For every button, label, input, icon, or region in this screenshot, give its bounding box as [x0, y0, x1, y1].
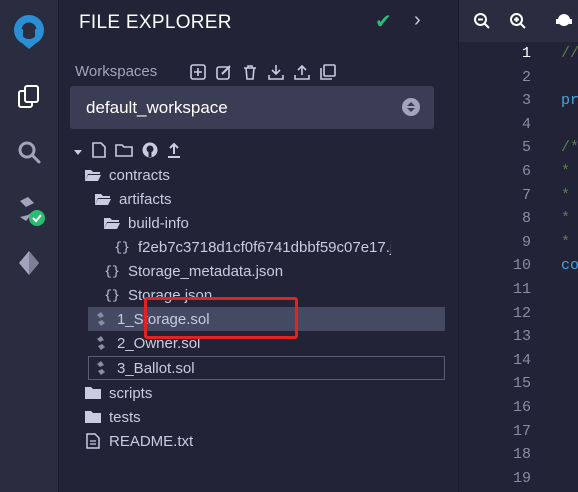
solidity-file-icon [92, 310, 110, 328]
code-line: * [561, 210, 571, 228]
file-tree-item[interactable]: 1_Storage.sol [88, 307, 445, 331]
workspace-select[interactable]: default_workspace [70, 86, 434, 129]
new-file-icon[interactable] [92, 142, 106, 163]
solidity-file-icon [92, 359, 110, 377]
file-tree-item-label: Storage_metadata.json [128, 262, 284, 280]
line-number: 8 [521, 210, 531, 228]
file-tree-item[interactable]: 3_Ballot.sol [88, 356, 445, 380]
file-tree-item[interactable]: contracts [59, 163, 420, 187]
line-number: 11 [512, 281, 531, 298]
code-line: co [561, 257, 578, 275]
json-file-icon: {} [114, 239, 130, 255]
zoom-out-icon[interactable] [471, 10, 493, 32]
new-folder-icon[interactable] [115, 143, 133, 162]
delete-workspace-icon[interactable] [240, 62, 260, 82]
remix-logo-icon[interactable] [0, 8, 58, 54]
file-tree-item-label: artifacts [119, 190, 172, 208]
text-file-icon [84, 432, 102, 450]
github-icon[interactable] [142, 142, 158, 163]
zoom-in-icon[interactable] [507, 10, 529, 32]
line-number: 14 [512, 351, 531, 369]
select-caret-icon [402, 98, 420, 116]
line-number: 2 [521, 68, 531, 86]
code-line: * [561, 163, 571, 180]
solidity-file-icon [92, 334, 110, 352]
line-number: 6 [521, 163, 531, 180]
collapse-caret-icon[interactable] [73, 144, 83, 162]
clone-workspace-icon[interactable] [318, 62, 338, 82]
line-number: 12 [512, 304, 531, 322]
code-line: * [561, 233, 571, 251]
file-tree-item[interactable]: tests [59, 405, 420, 429]
folder-icon [84, 408, 102, 426]
folder-open-icon [103, 214, 121, 232]
file-tree-item-label: scripts [109, 384, 153, 402]
line-number: 9 [521, 233, 531, 251]
folder-open-icon [94, 190, 112, 208]
upload-icon[interactable] [167, 142, 181, 163]
chevron-right-icon[interactable]: › [414, 9, 421, 32]
icon-sidebar [0, 0, 59, 492]
file-tree-item[interactable]: 2_Owner.sol [88, 331, 445, 355]
code-line: * [561, 186, 571, 204]
download-workspace-icon[interactable] [266, 62, 286, 82]
line-number: 7 [521, 186, 531, 204]
line-number: 4 [521, 115, 531, 133]
workspace-toolbar [188, 62, 338, 82]
line-number: 17 [512, 422, 531, 440]
workspaces-label: Workspaces [75, 63, 158, 80]
create-workspace-icon[interactable] [188, 62, 208, 82]
line-number: 16 [512, 399, 531, 416]
line-number: 18 [512, 446, 531, 464]
code-line: // [561, 45, 578, 62]
line-number: 10 [512, 257, 531, 275]
deploy-run-icon[interactable] [0, 246, 58, 280]
line-number: 15 [512, 375, 531, 393]
file-tree-item-label: 3_Ballot.sol [117, 359, 195, 377]
check-icon: ✔ [375, 11, 392, 33]
editor-toolbar [459, 0, 578, 42]
folder-icon [84, 384, 102, 402]
file-tree-item[interactable]: {} Storage_metadata.json [59, 259, 401, 283]
line-number: 19 [512, 469, 531, 487]
file-tree-item[interactable]: README.txt [59, 429, 420, 453]
file-tree-item[interactable]: build-info [59, 211, 401, 235]
panel-title: FILE EXPLORER [79, 12, 232, 33]
line-number: 13 [512, 328, 531, 346]
remix-ai-icon[interactable] [553, 10, 575, 32]
file-tree-item[interactable]: scripts [59, 381, 420, 405]
workspace-select-value: default_workspace [86, 97, 228, 117]
code-line: pr [561, 92, 578, 110]
restore-workspace-icon[interactable] [292, 62, 312, 82]
file-tree-item-label: f2eb7c3718d1cf0f6741dbbf59c07e17.json [138, 238, 391, 256]
file-explorer-panel: FILE EXPLORER ✔ › Workspaces default_wor… [59, 0, 513, 492]
folder-open-icon [84, 166, 102, 184]
line-number: 3 [521, 92, 531, 110]
code-line: /* [561, 139, 578, 157]
search-icon[interactable] [0, 135, 58, 169]
file-tree-item-label: tests [109, 408, 141, 426]
file-tree-toolbar [73, 142, 181, 163]
file-explorer-icon[interactable] [0, 80, 58, 114]
file-tree-item-label: README.txt [109, 432, 194, 450]
editor-panel: 1 2 3 4 5 6 7 8 9 10 11 12 13 14 15 16 17 18 19 //pr/* * *… [458, 0, 578, 492]
file-tree-item-label: 1_Storage.sol [117, 310, 210, 328]
line-number: 1 [521, 45, 531, 62]
json-file-icon: {} [104, 263, 120, 279]
rename-workspace-icon[interactable] [214, 62, 234, 82]
json-file-icon: {} [104, 287, 120, 303]
file-tree-item[interactable]: artifacts [59, 187, 410, 211]
solidity-compiler-icon[interactable] [0, 190, 58, 230]
file-tree-item-label: Storage.json [128, 286, 213, 304]
line-number: 5 [521, 139, 531, 157]
file-tree-item[interactable]: {} Storage.json [59, 283, 401, 307]
file-tree-item-label: build-info [128, 214, 189, 232]
file-tree-item-label: 2_Owner.sol [117, 334, 201, 352]
file-tree-item[interactable]: {} f2eb7c3718d1cf0f6741dbbf59c07e17.json [59, 235, 391, 259]
file-tree-item-label: contracts [109, 166, 170, 184]
